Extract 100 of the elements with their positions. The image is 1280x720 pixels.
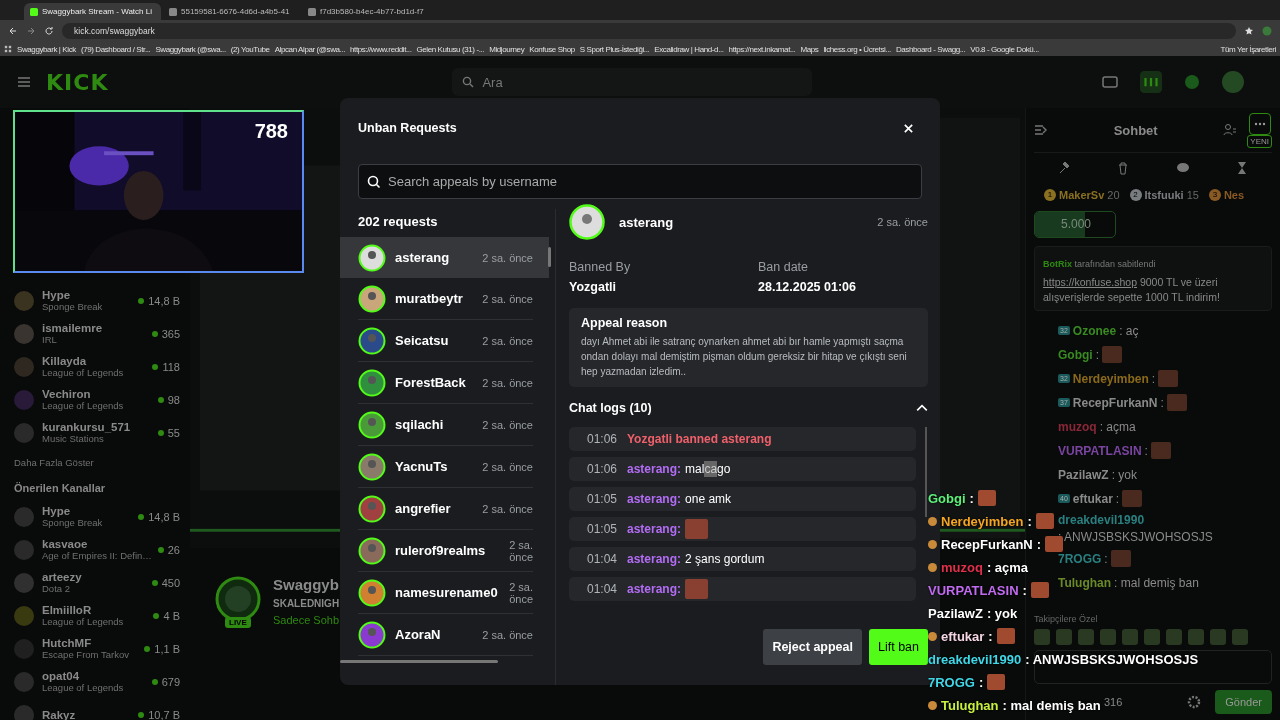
bookmark[interactable]: (2) YouTube: [230, 44, 270, 54]
search-field[interactable]: Ara: [452, 68, 813, 96]
live-dot: [138, 513, 145, 520]
bookmark[interactable]: S Sport Plus-İstediği...: [579, 44, 650, 54]
browser-tab[interactable]: Swaggybark Stream - Watch Li: [24, 3, 161, 20]
reload-icon[interactable]: [44, 26, 54, 36]
bookmark[interactable]: Maps: [800, 44, 819, 54]
timestamp: 01:05: [587, 492, 619, 506]
timestamp: 01:04: [587, 582, 619, 596]
request-item[interactable]: sqilachi 2 sa. önce: [358, 404, 533, 446]
channel-item[interactable]: kasvaoe Age of Empires II: Defin… 26: [14, 533, 180, 566]
avatar[interactable]: [1222, 71, 1244, 93]
settings-icon[interactable]: [1187, 695, 1202, 709]
request-item[interactable]: Seicatsu 2 sa. önce: [358, 320, 533, 362]
message-text: :: [1144, 443, 1148, 458]
channel-item[interactable]: kurankursu_571 Music Stations 55: [14, 416, 180, 449]
category-link[interactable]: Sadece Sohb: [273, 614, 340, 626]
username[interactable]: Itsfuuki: [1144, 189, 1184, 201]
tv-icon[interactable]: [1102, 74, 1118, 90]
scrollbar[interactable]: [925, 427, 927, 517]
close-icon[interactable]: [903, 122, 914, 134]
field-label: Banned By: [569, 260, 632, 274]
scrollbar[interactable]: [548, 247, 551, 267]
bookmark[interactable]: V0.8 - Google Dokü...: [970, 44, 1039, 54]
username[interactable]: PazilawZ: [1058, 467, 1109, 482]
bookmark[interactable]: Gelen Kutusu (31) -...: [416, 44, 485, 54]
forward-icon[interactable]: [26, 26, 36, 36]
coin-icon[interactable]: [1184, 74, 1200, 90]
message-text: : ANWJSBSKSJWOHSOSJS: [1058, 530, 1213, 545]
search-field[interactable]: Search appeals by username: [358, 164, 922, 199]
request-item[interactable]: rulerof9realms 2 sa. önce: [358, 530, 533, 572]
request-item[interactable]: namesurename0 2 sa. önce: [358, 572, 533, 614]
more-button[interactable]: [1248, 112, 1271, 135]
bookmark[interactable]: Konfuse Shop: [529, 44, 575, 54]
live-dot: [157, 429, 164, 436]
username[interactable]: 7ROGG: [1058, 551, 1102, 566]
request-item[interactable]: YacnuTs 2 sa. önce: [358, 446, 533, 488]
section-title: Önerilen Kanallar: [14, 482, 107, 494]
menu-icon[interactable]: [16, 74, 32, 90]
username[interactable]: dreakdevil1990: [1058, 513, 1145, 528]
bookmark[interactable]: Excalidraw | Hand-d...: [654, 44, 724, 54]
goal-bar[interactable]: 5.000: [1034, 211, 1116, 238]
request-item[interactable]: AzoraN 2 sa. önce: [358, 614, 533, 656]
bookmark[interactable]: Alpcan Alpar (@swa...: [274, 44, 346, 54]
back-icon[interactable]: [8, 26, 18, 36]
username[interactable]: RecepFurkanN: [1072, 395, 1158, 410]
username[interactable]: Ozonee: [1072, 323, 1117, 338]
bookmark[interactable]: lichess.org • Ücretsi...: [823, 44, 891, 54]
username[interactable]: Nerdeyimben: [1072, 371, 1149, 386]
username: asterang: [619, 214, 675, 230]
bookmark[interactable]: Swaggybark (@swa...: [155, 44, 226, 54]
live-dot: [151, 579, 158, 586]
emote-icon: [685, 579, 709, 599]
channel-item[interactable]: opat04 League of Legends 679: [14, 665, 180, 698]
channel-item[interactable]: ismailemre IRL 365: [14, 317, 180, 350]
dashboard-icon[interactable]: [1140, 71, 1162, 93]
bookmark[interactable]: https://www.reddit...: [350, 44, 412, 54]
channel-item[interactable]: Killayda League of Legends 118: [14, 350, 180, 383]
avatar: [358, 578, 386, 607]
chevron-icon[interactable]: [916, 404, 928, 412]
channel-item[interactable]: HutchMF Escape From Tarkov 1,1 B: [14, 632, 180, 665]
username: 7ROGG: [928, 674, 975, 690]
logo[interactable]: KICK: [46, 69, 109, 95]
followers-only-label: Takipçilere Özel: [1034, 614, 1099, 624]
channel-item[interactable]: ElmiilloR League of Legends 4 B: [14, 599, 180, 632]
request-item[interactable]: asterang 2 sa. önce: [340, 237, 549, 278]
bookmark[interactable]: https://next.inkamat...: [728, 44, 796, 54]
chat-bubble-icon[interactable]: [1175, 161, 1190, 175]
username[interactable]: MakerSv: [1059, 189, 1105, 201]
username[interactable]: eftukar: [1072, 491, 1113, 506]
collapse-icon[interactable]: [1034, 123, 1048, 137]
chat-input[interactable]: [1034, 650, 1272, 684]
address-bar[interactable]: kick.com/swaggybark: [62, 23, 1236, 39]
channel-item[interactable]: Hype Sponge Break 14,8 B: [14, 500, 180, 533]
channel-item[interactable]: Hype Sponge Break 14,8 B: [14, 284, 180, 317]
request-item[interactable]: muratbeytr 2 sa. önce: [358, 278, 533, 320]
reject-appeal-button[interactable]: Reject appeal: [763, 629, 862, 665]
request-item[interactable]: angrefier 2 sa. önce: [358, 488, 533, 530]
channel-item[interactable]: Vechiron League of Legends 98: [14, 383, 180, 416]
request-item[interactable]: ForestBack 2 sa. önce: [358, 362, 533, 404]
username[interactable]: Tulughan: [1058, 575, 1112, 590]
bookmark[interactable]: Midjourney: [489, 44, 525, 54]
profile-icon[interactable]: [1262, 26, 1272, 36]
channel-item[interactable]: arteezy Dota 2 450: [14, 566, 180, 599]
users-icon[interactable]: [1223, 123, 1238, 137]
show-more-link[interactable]: Daha Fazla Göster: [14, 457, 180, 468]
apps-icon[interactable]: [4, 45, 12, 53]
bookmark[interactable]: Dashboard - Swagg...: [895, 44, 966, 54]
avatar: [14, 572, 34, 593]
lift-ban-button[interactable]: Lift ban: [869, 629, 928, 665]
username[interactable]: Gobgi: [1058, 347, 1093, 362]
bookmark[interactable]: (79) Dashboard / Str...: [80, 44, 151, 54]
link[interactable]: https://konfuse.shop: [1043, 276, 1137, 288]
scrollbar[interactable]: [340, 660, 498, 663]
bookmark[interactable]: Swaggybark | Kick: [17, 44, 76, 54]
browser-tab[interactable]: 55159581-6676-4d6d-a4b5-41: [163, 3, 300, 20]
browser-tab[interactable]: f7d3b580-b4ec-4b77-bd1d-f7: [302, 3, 439, 20]
star-icon[interactable]: [1244, 26, 1254, 36]
all-bookmarks[interactable]: Tüm Yer İşaretleri: [1220, 44, 1276, 54]
channel-item[interactable]: Rakyz 10,7 B: [14, 698, 180, 720]
